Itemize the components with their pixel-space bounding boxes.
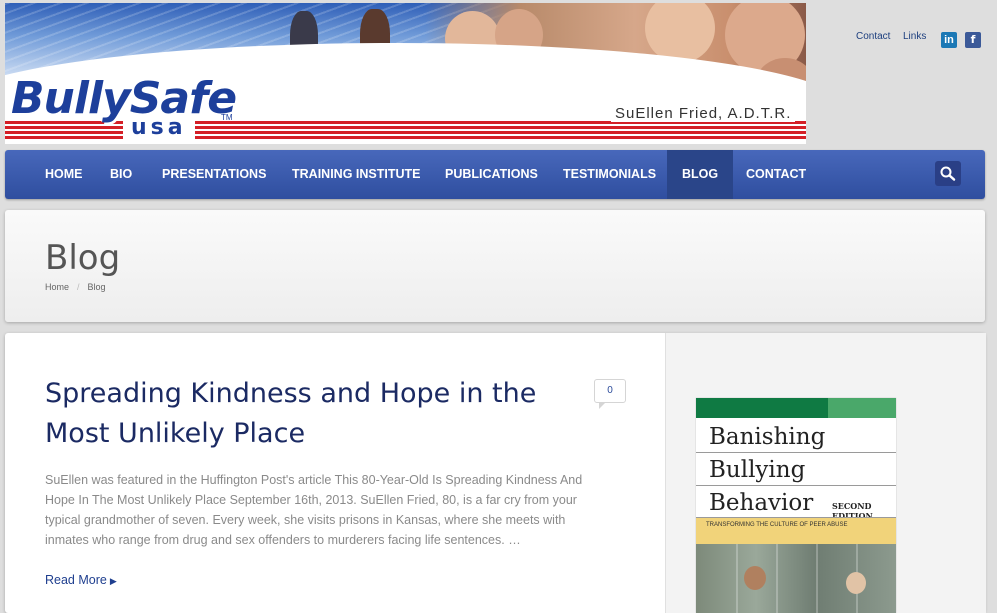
child-face xyxy=(846,572,866,594)
nav-item-presentations[interactable]: PRESENTATIONS xyxy=(162,150,266,199)
banner-author-name: SuEllen Fried, A.D.T.R. xyxy=(611,105,796,122)
nav-item-home[interactable]: HOME xyxy=(45,150,83,199)
book-cover-photo xyxy=(696,544,896,613)
play-arrow-icon: ▶ xyxy=(109,576,117,586)
linkedin-icon[interactable]: in xyxy=(941,32,957,48)
breadcrumb-current: Blog xyxy=(87,282,106,292)
breadcrumb: Home / Blog xyxy=(45,282,106,292)
nav-item-testimonials[interactable]: TESTIMONIALS xyxy=(563,150,656,199)
child-face xyxy=(744,566,766,590)
breadcrumb-home[interactable]: Home xyxy=(45,282,69,292)
content-area: Spreading Kindness and Hope in the Most … xyxy=(5,333,986,613)
nav-item-publications[interactable]: PUBLICATIONS xyxy=(445,150,538,199)
book-title-line: Behavior xyxy=(709,490,814,516)
locker-line xyxy=(736,544,738,613)
post-excerpt: SuEllen was featured in the Huffington P… xyxy=(45,473,583,547)
top-link-links[interactable]: Links xyxy=(903,31,926,42)
read-more-link[interactable]: Read More ▶ xyxy=(45,573,117,587)
facebook-icon[interactable]: f xyxy=(965,32,981,48)
top-link-contact[interactable]: Contact xyxy=(856,31,890,42)
book-light-green-band xyxy=(828,398,896,418)
nav-item-training-institute[interactable]: TRAINING INSTITUTE xyxy=(292,150,420,199)
search-icon xyxy=(940,166,956,181)
sidebar: Banishing Bullying Behavior SECOND EDITI… xyxy=(665,333,986,613)
book-subtitle: TRANSFORMING THE CULTURE OF PEER ABUSE xyxy=(696,518,896,544)
post-title[interactable]: Spreading Kindness and Hope in the Most … xyxy=(45,374,565,454)
nav-item-blog[interactable]: BLOG xyxy=(667,150,734,199)
page-title: Blog xyxy=(45,238,121,278)
read-more-label: Read More xyxy=(45,573,107,587)
book-cover-image[interactable]: Banishing Bullying Behavior SECOND EDITI… xyxy=(696,398,896,613)
page-header: Blog Home / Blog xyxy=(5,210,985,322)
book-title-line: Banishing xyxy=(709,424,826,450)
logo-usa: usa xyxy=(123,116,195,140)
locker-line xyxy=(816,544,818,613)
nav-item-contact[interactable]: CONTACT xyxy=(746,150,806,199)
book-rule xyxy=(696,485,896,486)
search-button[interactable] xyxy=(935,161,961,186)
book-green-band xyxy=(696,398,828,418)
book-rule xyxy=(696,452,896,453)
comment-count-badge[interactable]: 0 xyxy=(594,379,626,409)
main-navigation: HOME BIO PRESENTATIONS TRAINING INSTITUT… xyxy=(5,150,985,199)
locker-line xyxy=(776,544,778,613)
site-banner[interactable]: BullySafe usa TM SuEllen Fried, A.D.T.R. xyxy=(5,3,806,144)
breadcrumb-separator: / xyxy=(77,282,80,292)
book-title-line: Bullying xyxy=(709,457,806,483)
logo-trademark: TM xyxy=(221,113,233,122)
nav-item-bio[interactable]: BIO xyxy=(110,150,132,199)
